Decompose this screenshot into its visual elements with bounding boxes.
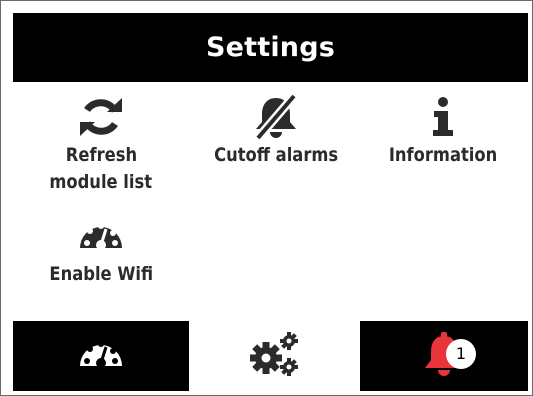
alarm-count-badge: 1 [446, 339, 476, 369]
title-bar: Settings [13, 13, 528, 82]
nav-tab-dashboard[interactable] [13, 321, 189, 391]
cutoff-alarms-button[interactable]: Cutoff alarms [191, 92, 361, 169]
bottom-nav: 1 [13, 321, 528, 391]
nav-tab-settings[interactable] [189, 321, 360, 391]
page-title: Settings [205, 32, 336, 63]
refresh-label-line1: Refresh [65, 144, 137, 166]
nav-tab-alarms[interactable]: 1 [360, 321, 528, 391]
gauge-icon [78, 211, 124, 261]
bell-slash-icon [250, 92, 302, 142]
device-screen: Settings Refresh module list Cutoff alar… [0, 0, 533, 396]
information-button[interactable]: Information [373, 92, 513, 169]
information-label: Information [388, 144, 498, 166]
refresh-label-line2: module list [49, 171, 153, 193]
gauge-icon [78, 334, 124, 378]
enable-wifi-button[interactable]: Enable Wifi [31, 211, 171, 288]
gears-icon [249, 330, 301, 382]
enable-wifi-label: Enable Wifi [49, 263, 153, 285]
cutoff-alarms-label: Cutoff alarms [213, 144, 339, 166]
info-icon [430, 92, 456, 142]
refresh-icon [78, 92, 124, 142]
refresh-module-list-button[interactable]: Refresh module list [31, 92, 171, 196]
